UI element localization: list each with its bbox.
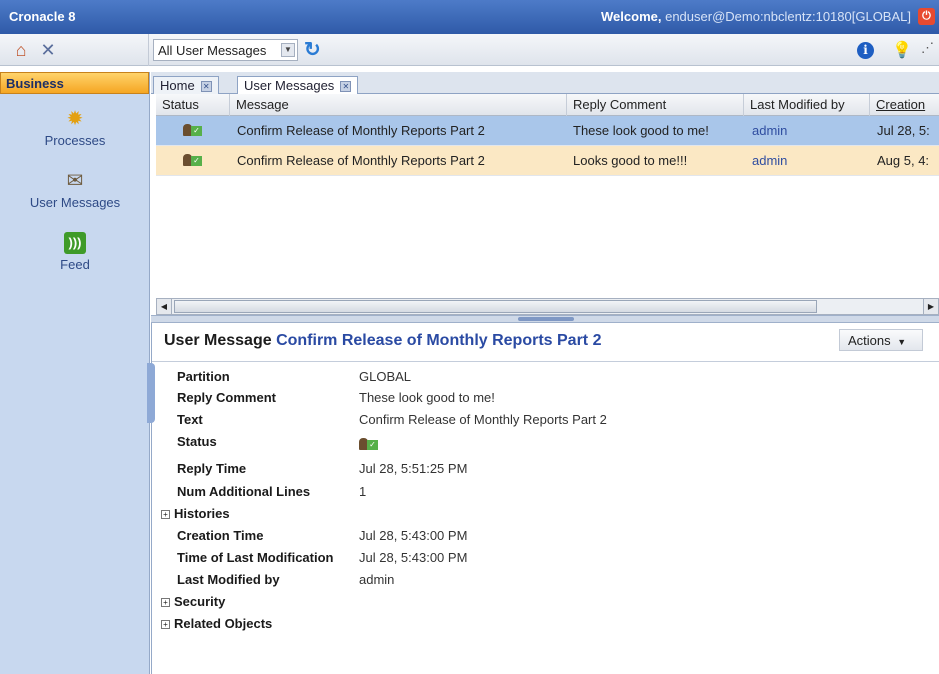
status-icon: ✓ — [183, 153, 203, 170]
tab-user-messages[interactable]: User Messages ✕ — [237, 76, 359, 95]
table-row[interactable]: ✓ Confirm Release of Monthly Reports Par… — [156, 116, 939, 146]
chevron-down-icon: ▼ — [897, 337, 907, 347]
expand-icon[interactable]: + — [161, 510, 170, 520]
status-icon: ✓ — [359, 437, 379, 454]
expand-icon[interactable]: + — [161, 620, 170, 630]
sidebar-item-label: User Messages — [29, 195, 121, 210]
horizontal-scrollbar[interactable]: ◀ ▶ — [156, 298, 939, 315]
creation-time-value: Jul 28, 5:43:00 PM — [359, 528, 468, 543]
bulb-icon[interactable]: 💡 — [892, 40, 912, 60]
related-objects-label: Related Objects — [174, 616, 273, 631]
last-modified-by-label: Last Modified by — [177, 572, 280, 587]
detail-title: User Message Confirm Release of Monthly … — [164, 332, 601, 350]
gear-icon: ✹ — [66, 108, 84, 130]
panel-splitter[interactable] — [151, 315, 939, 323]
welcome-label: Welcome, — [601, 9, 662, 24]
tab-bar: Home ✕ User Messages ✕ — [151, 72, 939, 95]
tools-icon[interactable]: ✕ — [37, 39, 59, 61]
last-mod-time-value: Jul 28, 5:43:00 PM — [359, 550, 468, 565]
security-label: Security — [174, 594, 226, 609]
last-mod-time-label: Time of Last Modification — [177, 550, 334, 565]
logout-icon[interactable]: ⏻ — [918, 8, 935, 25]
sidebar-header[interactable]: Business — [0, 72, 149, 94]
sidebar-item-label: Processes — [44, 133, 106, 148]
creation-cell: Jul 28, 5: — [877, 123, 930, 138]
num-lines-value: 1 — [359, 484, 367, 499]
actions-button[interactable]: Actions ▼ — [839, 329, 923, 351]
reply-comment-label: Reply Comment — [177, 390, 276, 405]
sidebar-item-processes[interactable]: ✹ Processes — [0, 108, 150, 148]
num-lines-label: Num Additional Lines — [177, 484, 311, 499]
message-filter-select[interactable]: All User Messages ▼ — [153, 39, 298, 61]
refresh-icon[interactable]: ↻ — [304, 39, 326, 61]
scroll-right-icon[interactable]: ▶ — [923, 299, 938, 314]
actions-label: Actions — [848, 333, 891, 348]
column-header-message[interactable]: Message — [230, 94, 567, 116]
column-header-last-modified-by[interactable]: Last Modified by — [744, 94, 870, 116]
histories-expander[interactable]: + Histories — [161, 506, 230, 521]
scrollbar-thumb[interactable] — [174, 300, 817, 313]
title-bar: Cronacle 8 Welcome, enduser@Demo:nbclent… — [0, 0, 939, 34]
text-value: Confirm Release of Monthly Reports Part … — [359, 412, 607, 427]
sidebar-item-user-messages[interactable]: ✉ User Messages — [0, 170, 150, 210]
divider — [152, 361, 939, 362]
info-icon[interactable]: i — [857, 42, 874, 59]
creation-cell: Aug 5, 4: — [877, 153, 930, 168]
partition-label: Partition — [177, 369, 230, 384]
last-modified-by-link[interactable]: admin — [752, 153, 787, 168]
detail-title-prefix: User Message — [164, 332, 272, 349]
close-icon[interactable]: ✕ — [200, 81, 212, 93]
grid-header: Status Message Reply Comment Last Modifi… — [156, 94, 939, 116]
app-name: Cronacle 8 — [9, 9, 76, 24]
security-expander[interactable]: + Security — [161, 594, 225, 609]
messages-grid: Status Message Reply Comment Last Modifi… — [156, 94, 939, 298]
scroll-left-icon[interactable]: ◀ — [157, 299, 172, 314]
tab-label: Home — [160, 78, 195, 93]
sidebar-item-label: Feed — [60, 257, 90, 272]
message-filter-value: All User Messages — [158, 43, 267, 58]
reply-comment-cell: Looks good to me!!! — [573, 153, 688, 168]
rss-feed-icon: ))) — [64, 232, 86, 254]
close-icon[interactable]: ✕ — [340, 81, 352, 93]
text-label: Text — [177, 412, 203, 427]
message-cell: Confirm Release of Monthly Reports Part … — [237, 123, 485, 138]
expand-icon[interactable]: + — [161, 598, 170, 608]
status-icon: ✓ — [183, 123, 203, 140]
home-icon[interactable]: ⌂ — [10, 39, 32, 61]
splitter-grip[interactable] — [518, 317, 574, 321]
histories-label: Histories — [174, 506, 230, 521]
related-objects-expander[interactable]: + Related Objects — [161, 616, 272, 631]
tab-label: User Messages — [244, 78, 335, 93]
column-header-creation[interactable]: Creation — [870, 94, 939, 116]
column-header-reply-comment[interactable]: Reply Comment — [567, 94, 744, 116]
sidebar: Business ✹ Processes ✉ User Messages )))… — [0, 72, 150, 674]
toolbar: ⌂ ✕ All User Messages ▼ ↻ i 💡 ⋰ — [0, 34, 939, 66]
welcome-user: enduser@Demo:nbclentz:10180[GLOBAL] — [665, 9, 911, 24]
tab-home[interactable]: Home ✕ — [153, 76, 219, 94]
creation-time-label: Creation Time — [177, 528, 264, 543]
reply-time-label: Reply Time — [177, 461, 247, 476]
last-modified-by-link[interactable]: admin — [752, 123, 787, 138]
user-message-icon: ✉ — [66, 170, 84, 192]
detail-panel: User Message Confirm Release of Monthly … — [147, 323, 939, 674]
toolbar-divider — [148, 34, 149, 66]
table-row[interactable]: ✓ Confirm Release of Monthly Reports Par… — [156, 146, 939, 176]
welcome-text: Welcome, enduser@Demo:nbclentz:10180[GLO… — [601, 9, 911, 24]
message-cell: Confirm Release of Monthly Reports Part … — [237, 153, 485, 168]
last-modified-by-link[interactable]: admin — [359, 572, 394, 587]
partition-link[interactable]: GLOBAL — [359, 369, 411, 384]
reply-comment-cell: These look good to me! — [573, 123, 709, 138]
reply-comment-value: These look good to me! — [359, 390, 495, 405]
reply-time-value: Jul 28, 5:51:25 PM — [359, 461, 468, 476]
collapse-handle[interactable] — [147, 363, 155, 423]
sidebar-item-feed[interactable]: ))) Feed — [0, 232, 150, 272]
status-label: Status — [177, 434, 217, 449]
detail-title-name: Confirm Release of Monthly Reports Part … — [276, 332, 602, 349]
column-header-status[interactable]: Status — [156, 94, 230, 116]
more-icon[interactable]: ⋰ — [921, 40, 934, 56]
chevron-down-icon[interactable]: ▼ — [281, 43, 295, 57]
